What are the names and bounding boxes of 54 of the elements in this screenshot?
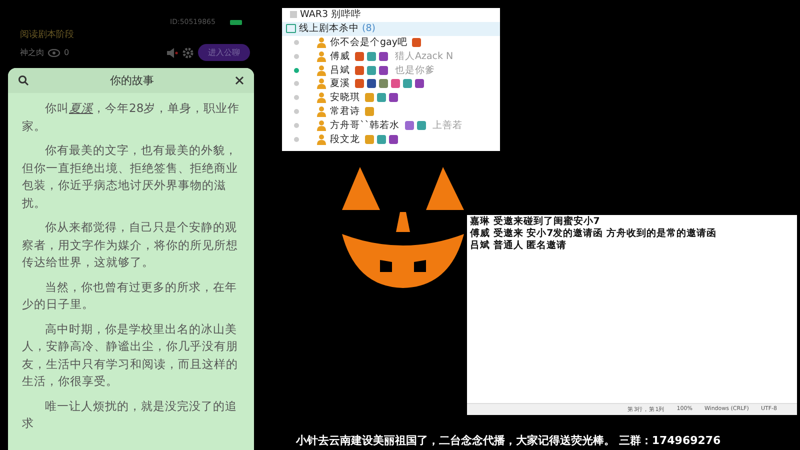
collapsed-icon[interactable] <box>290 11 297 18</box>
story-title: 你的故事 <box>110 73 154 88</box>
member-name: 吕斌 <box>330 64 350 77</box>
member-row[interactable]: 吕斌 也是你爹 <box>282 63 500 77</box>
member-name: 常君诗 <box>330 104 360 118</box>
battery-icon <box>230 20 242 25</box>
person-icon <box>316 78 327 90</box>
search-icon[interactable] <box>18 75 29 86</box>
story-paragraph: 当然，你也曾有过更多的所求，在年少的日子里。 <box>22 278 238 313</box>
member-status: 也是你爹 <box>395 64 435 77</box>
member-name: 你不会是个gay吧 <box>330 36 408 49</box>
speaker-icon[interactable] <box>166 46 178 58</box>
member-name: 方舟哥``韩若水 <box>330 118 400 132</box>
member-row[interactable]: 方舟哥``韩若水 上善若 <box>282 118 500 132</box>
story-paragraph: 高中时期，你是学校里出名的冰山美人，安静高冷、静谧出尘，你几乎没有朋友，生活中只有学习和阅读，而且这样的生活，你很享受。 <box>22 320 239 390</box>
story-paragraph: 唯一让人烦扰的，就是没完没了的追求 <box>22 398 238 432</box>
member-row[interactable]: 安晓琪 <box>282 90 500 105</box>
badge-icon <box>412 38 422 47</box>
text-line: 傅威 受邀来 安小7发的邀请函 方舟收到的是常的邀请函 <box>470 228 718 240</box>
member-row[interactable]: 常君诗 <box>282 104 500 118</box>
eye-icon <box>48 48 60 56</box>
member-status: 猎人Azack N <box>395 50 454 63</box>
member-name: 傅威 <box>330 50 350 63</box>
stream-caption: 小针去云南建设美丽祖国了，二台念念代播，大家记得送荧光棒。 三群：174969276 <box>296 433 721 448</box>
group-icon <box>286 24 296 34</box>
settings-icon[interactable] <box>182 46 194 58</box>
stage-title: 阅读剧本阶段 <box>20 28 74 41</box>
person-icon <box>316 120 327 131</box>
person-icon <box>316 92 327 104</box>
member-name: 安晓琪 <box>330 91 360 104</box>
person-icon <box>316 64 327 76</box>
close-icon[interactable] <box>235 76 244 85</box>
person-icon <box>316 106 327 117</box>
group-header[interactable]: 线上剧本杀中 (8) <box>282 22 500 36</box>
person-icon <box>316 50 327 62</box>
story-paragraph: 你从来都觉得，自己只是个安静的观察者，用文字作为媒介，将你的所见所想传达给世界，这就够了。 <box>22 219 239 271</box>
text-line: 嘉琳 受邀来碰到了闺蜜安小7 <box>470 216 601 228</box>
story-paragraph: 你叫夏溪，今年28岁，单身，职业作家。 <box>22 100 241 134</box>
group-name[interactable]: WAR3 别哔哔 <box>300 8 362 22</box>
person-icon <box>316 134 327 145</box>
member-name: 夏溪 <box>330 77 350 90</box>
group-name: 线上剧本杀中 <box>299 22 359 36</box>
member-row[interactable]: 夏溪 <box>282 76 500 91</box>
viewer-count: 0 <box>64 48 70 57</box>
member-row[interactable]: 你不会是个gay吧 <box>282 36 500 50</box>
member-row[interactable]: 段文龙 <box>282 132 500 146</box>
member-status: 上善若 <box>432 118 462 132</box>
text-line: 吕斌 普通人 匿名邀请 <box>470 240 568 252</box>
person-icon <box>316 36 327 48</box>
player-name: 神之肉 <box>20 47 44 58</box>
member-count: (8) <box>362 23 376 34</box>
story-paragraph: 你有最美的文字，也有最美的外貌，但你一直拒绝出境、拒绝签售、拒绝商业包装，你近乎病态地讨厌外界事物的滋扰。 <box>22 142 239 212</box>
member-row[interactable]: 傅威 猎人Azack N <box>282 49 500 64</box>
member-name: 段文龙 <box>330 132 360 146</box>
